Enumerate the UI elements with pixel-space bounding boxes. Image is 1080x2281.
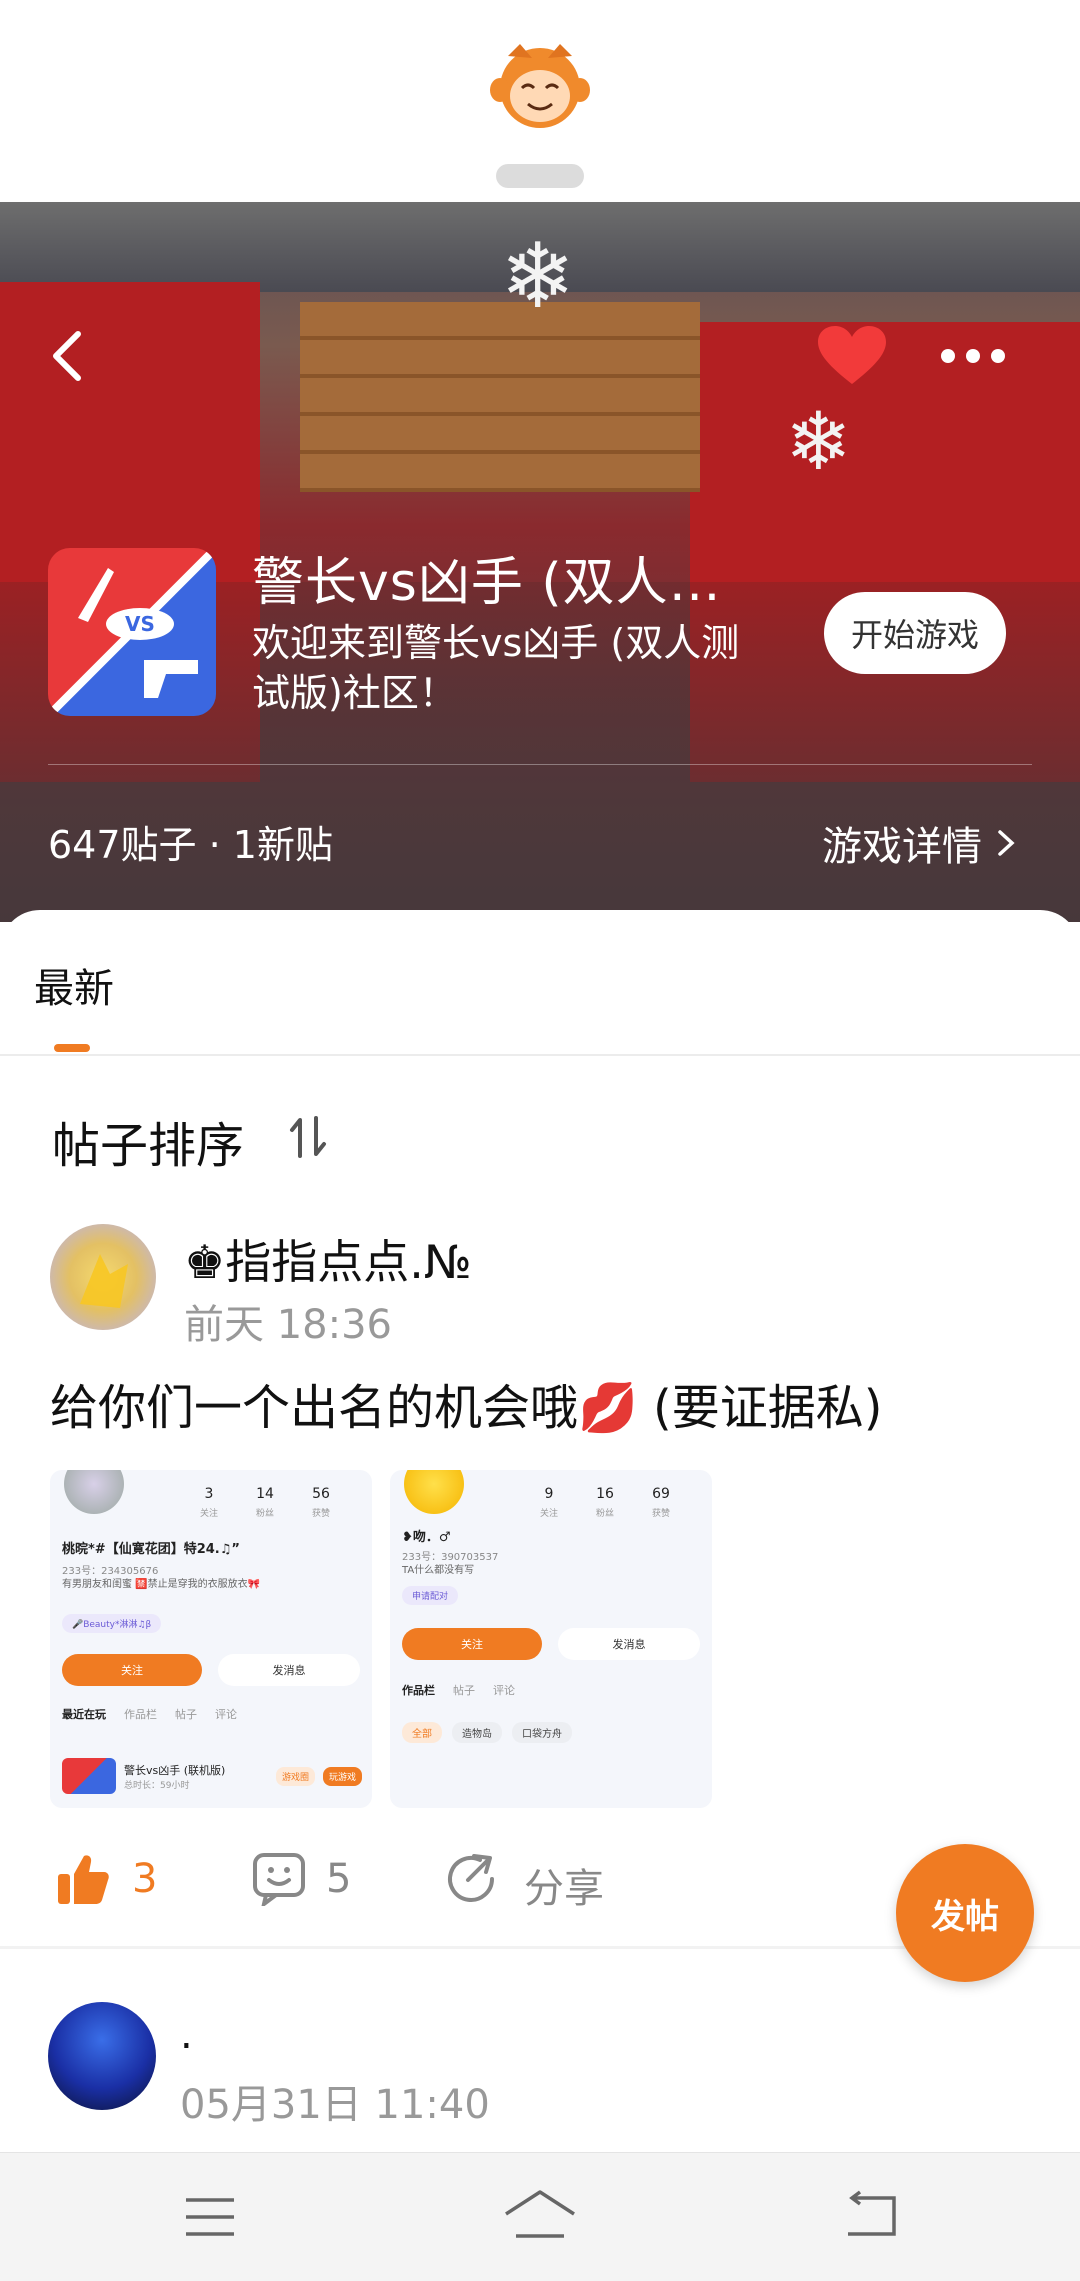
game-details-label: 游戏详情	[822, 824, 982, 870]
message-button: 发消息	[218, 1654, 360, 1686]
game-icon: VS	[48, 548, 216, 716]
sort-label[interactable]: 帖子排序	[52, 1106, 244, 1176]
stat-value: 3	[204, 1486, 214, 1502]
post-username[interactable]: ♚指指点点.№	[184, 1226, 472, 1292]
snowflake-icon: ❄	[785, 395, 853, 488]
heart-icon[interactable]	[816, 324, 888, 388]
game-meta: 总时长：59小时	[124, 1780, 190, 1791]
tab-active-indicator	[54, 1044, 90, 1052]
profile-tabs: 作品栏 帖子 评论	[402, 1682, 515, 1698]
game-name: 警长vs凶手 (联机版)	[124, 1763, 226, 1777]
back-arrow-icon[interactable]	[40, 326, 100, 386]
banner-scene-wood	[300, 302, 700, 492]
post-image[interactable]: 3 关注 14 粉丝 56 获赞 桃晥*#【仙寛花团】特24.♫” 233号：2343…	[50, 1470, 372, 1808]
profile-tag: 🎤Beauty*淋淋♫β	[62, 1614, 162, 1633]
stat-label: 粉丝	[596, 1509, 615, 1519]
stat-value: 9	[544, 1486, 554, 1502]
stat-value: 16	[596, 1486, 614, 1502]
profile-id: 233号：390703537	[402, 1552, 499, 1563]
stat-value: 14	[256, 1486, 274, 1502]
profile-stats: 3 关注 14 粉丝 56 获赞	[200, 1486, 330, 1519]
post-time: 05月31日 11:40	[180, 2082, 490, 2128]
banner-divider	[48, 764, 1032, 765]
post-stats: 647贴子 · 1新贴	[48, 823, 333, 867]
stat-label: 获赞	[312, 1509, 331, 1519]
filter-chip: 口袋方舟	[512, 1722, 572, 1743]
stat-label: 关注	[200, 1509, 219, 1519]
post-time: 前天 18:36	[184, 1302, 392, 1348]
avatar[interactable]	[48, 2002, 156, 2110]
avatar	[64, 1470, 124, 1514]
create-post-button[interactable]: 发帖	[896, 1844, 1034, 1982]
stat-value: 56	[312, 1486, 330, 1502]
follow-button: 关注	[402, 1628, 542, 1660]
profile-bio: 有男朋友和闺蜜 🈲禁止是穿我的衣服放衣🎀	[62, 1579, 261, 1590]
profile-tab: 帖子	[453, 1684, 475, 1697]
profile-tabs: 最近在玩 作品栏 帖子 评论	[62, 1706, 237, 1722]
follow-button: 关注	[62, 1654, 202, 1686]
more-dots-icon[interactable]	[938, 340, 1008, 372]
comment-count: 5	[326, 1856, 352, 1902]
avatar[interactable]	[50, 1224, 156, 1330]
game-title: 警长vs凶手 (双人…	[252, 553, 722, 613]
profile-tab: 作品栏	[402, 1684, 435, 1697]
recent-game-row: 警长vs凶手 (联机版) 总时长：59小时 游戏圈 玩游戏	[62, 1756, 362, 1796]
chevron-right-icon	[998, 830, 1015, 856]
back-icon[interactable]	[840, 2190, 900, 2240]
profile-id: 233号：234305676	[62, 1566, 159, 1577]
stat-label: 粉丝	[256, 1509, 275, 1519]
profile-bio: TA什么都没有写	[402, 1565, 475, 1576]
profile-tab: 评论	[215, 1708, 237, 1721]
game-description: 欢迎来到警长vs凶手 (双人测试版)社区！	[252, 621, 740, 715]
post-username[interactable]: .	[180, 2012, 193, 2058]
tab-latest[interactable]: 最新	[34, 956, 114, 1014]
mascot-monkey-icon	[480, 38, 600, 134]
profile-name: 桃晥*#【仙寛花团】特24.♫”	[62, 1542, 240, 1557]
game-badge: 游戏圈	[275, 1766, 315, 1786]
share-label[interactable]: 分享	[524, 1856, 604, 1914]
profile-tab: 帖子	[175, 1708, 197, 1721]
filter-chip: 全部	[402, 1722, 442, 1743]
stat-label: 关注	[540, 1509, 559, 1519]
post-image[interactable]: 9 关注 16 粉丝 69 获赞 ❥吻．♂ 233号：390703537 TA什么都没…	[390, 1470, 712, 1808]
refresh-indicator	[496, 164, 584, 188]
game-icon	[62, 1758, 116, 1794]
message-button: 发消息	[558, 1628, 700, 1660]
game-details-link[interactable]: 游戏详情	[822, 814, 1016, 872]
post-text[interactable]: 给你们一个出名的机会哦💋 (要证据私)	[50, 1368, 1050, 1438]
home-icon[interactable]	[502, 2188, 578, 2244]
game-icon-badge: VS	[125, 612, 155, 636]
snowflake-icon: ❄	[500, 224, 576, 329]
profile-tab: 评论	[493, 1684, 515, 1697]
filter-chip: 造物岛	[452, 1722, 502, 1743]
start-game-button[interactable]: 开始游戏	[824, 592, 1006, 674]
profile-name: ❥吻．♂	[402, 1530, 451, 1545]
comment-icon[interactable]	[252, 1852, 306, 1909]
profile-tab: 最近在玩	[62, 1708, 106, 1721]
filter-chips: 全部 造物岛 口袋方舟	[402, 1722, 572, 1743]
like-count: 3	[132, 1856, 158, 1902]
avatar	[404, 1470, 464, 1514]
profile-tag: 申请配对	[402, 1586, 459, 1605]
play-button: 玩游戏	[322, 1766, 362, 1786]
stat-value: 69	[652, 1486, 670, 1502]
stat-label: 获赞	[652, 1509, 671, 1519]
share-icon[interactable]	[444, 1852, 498, 1906]
profile-stats: 9 关注 16 粉丝 69 获赞	[540, 1486, 670, 1519]
sort-icon[interactable]	[288, 1114, 328, 1160]
thumb-up-icon[interactable]	[56, 1852, 110, 1906]
menu-icon[interactable]	[180, 2192, 240, 2242]
tab-divider	[0, 1054, 1080, 1056]
profile-tab: 作品栏	[124, 1708, 157, 1721]
